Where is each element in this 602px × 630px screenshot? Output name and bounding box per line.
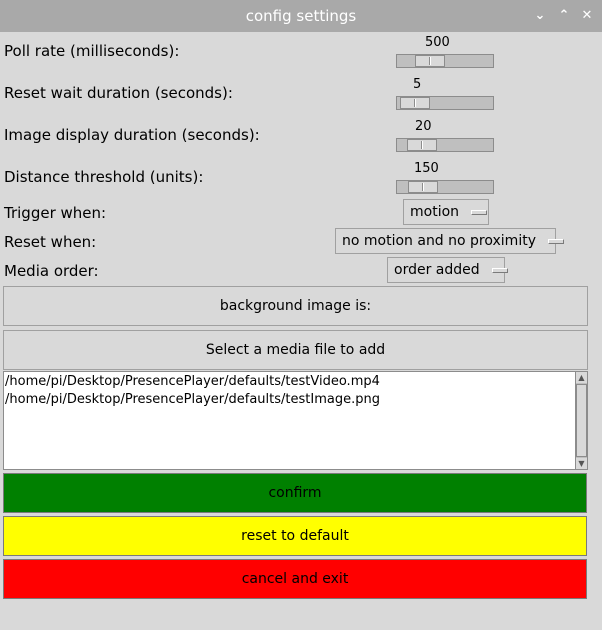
config-settings-window: config settings ⌄ ⌃ ✕ Poll rate (millise… bbox=[0, 0, 602, 630]
poll-rate-slider-thumb[interactable] bbox=[415, 55, 445, 67]
poll-rate-label: Poll rate (milliseconds): bbox=[4, 42, 180, 60]
cancel-and-exit-button[interactable]: cancel and exit bbox=[3, 559, 587, 599]
trigger-when-dropdown[interactable]: motion bbox=[403, 199, 489, 225]
image-display-value: 20 bbox=[415, 119, 432, 134]
list-item[interactable]: /home/pi/Desktop/PresencePlayer/defaults… bbox=[5, 374, 380, 389]
image-display-label: Image display duration (seconds): bbox=[4, 126, 260, 144]
scroll-down-icon[interactable]: ▼ bbox=[576, 458, 587, 469]
reset-wait-label: Reset wait duration (seconds): bbox=[4, 84, 233, 102]
dropdown-indicator-icon bbox=[491, 267, 508, 273]
reset-wait-slider[interactable] bbox=[396, 96, 494, 110]
image-display-slider-thumb[interactable] bbox=[407, 139, 437, 151]
poll-rate-slider[interactable] bbox=[396, 54, 494, 68]
reset-when-label: Reset when: bbox=[4, 233, 97, 251]
window-title: config settings bbox=[245, 7, 357, 25]
close-icon[interactable]: ✕ bbox=[578, 7, 596, 25]
distance-threshold-label: Distance threshold (units): bbox=[4, 168, 204, 186]
select-media-button[interactable]: Select a media file to add bbox=[3, 330, 588, 370]
media-order-label: Media order: bbox=[4, 262, 99, 280]
dropdown-indicator-icon bbox=[471, 209, 488, 215]
confirm-button[interactable]: confirm bbox=[3, 473, 587, 513]
background-image-button[interactable]: background image is: /home/pi/Desktop/Pr… bbox=[3, 286, 588, 352]
reset-wait-slider-thumb[interactable] bbox=[400, 97, 430, 109]
media-order-dropdown[interactable]: order added bbox=[387, 257, 508, 283]
list-item[interactable]: /home/pi/Desktop/PresencePlayer/defaults… bbox=[5, 392, 380, 407]
distance-threshold-slider-thumb[interactable] bbox=[408, 181, 438, 193]
reset-wait-value: 5 bbox=[413, 77, 422, 92]
media-listbox[interactable]: /home/pi/Desktop/PresencePlayer/defaults… bbox=[3, 371, 588, 470]
distance-threshold-slider[interactable] bbox=[396, 180, 494, 194]
dropdown-indicator-icon bbox=[547, 238, 564, 244]
maximize-icon[interactable]: ⌃ bbox=[555, 7, 573, 25]
reset-to-default-button[interactable]: reset to default bbox=[3, 516, 587, 556]
image-display-slider[interactable] bbox=[396, 138, 494, 152]
reset-when-selected: no motion and no proximity bbox=[342, 233, 536, 249]
listbox-scrollbar[interactable]: ▲ ▼ bbox=[575, 372, 587, 469]
media-order-selected: order added bbox=[394, 262, 480, 278]
scroll-up-icon[interactable]: ▲ bbox=[576, 372, 587, 383]
title-bar[interactable]: config settings ⌄ ⌃ ✕ bbox=[0, 0, 602, 32]
distance-threshold-value: 150 bbox=[414, 161, 439, 176]
minimize-icon[interactable]: ⌄ bbox=[531, 7, 549, 25]
scrollbar-thumb[interactable] bbox=[576, 384, 587, 457]
reset-when-dropdown[interactable]: no motion and no proximity bbox=[335, 228, 564, 254]
trigger-when-selected: motion bbox=[410, 204, 460, 220]
trigger-when-label: Trigger when: bbox=[4, 204, 107, 222]
poll-rate-value: 500 bbox=[425, 35, 450, 50]
